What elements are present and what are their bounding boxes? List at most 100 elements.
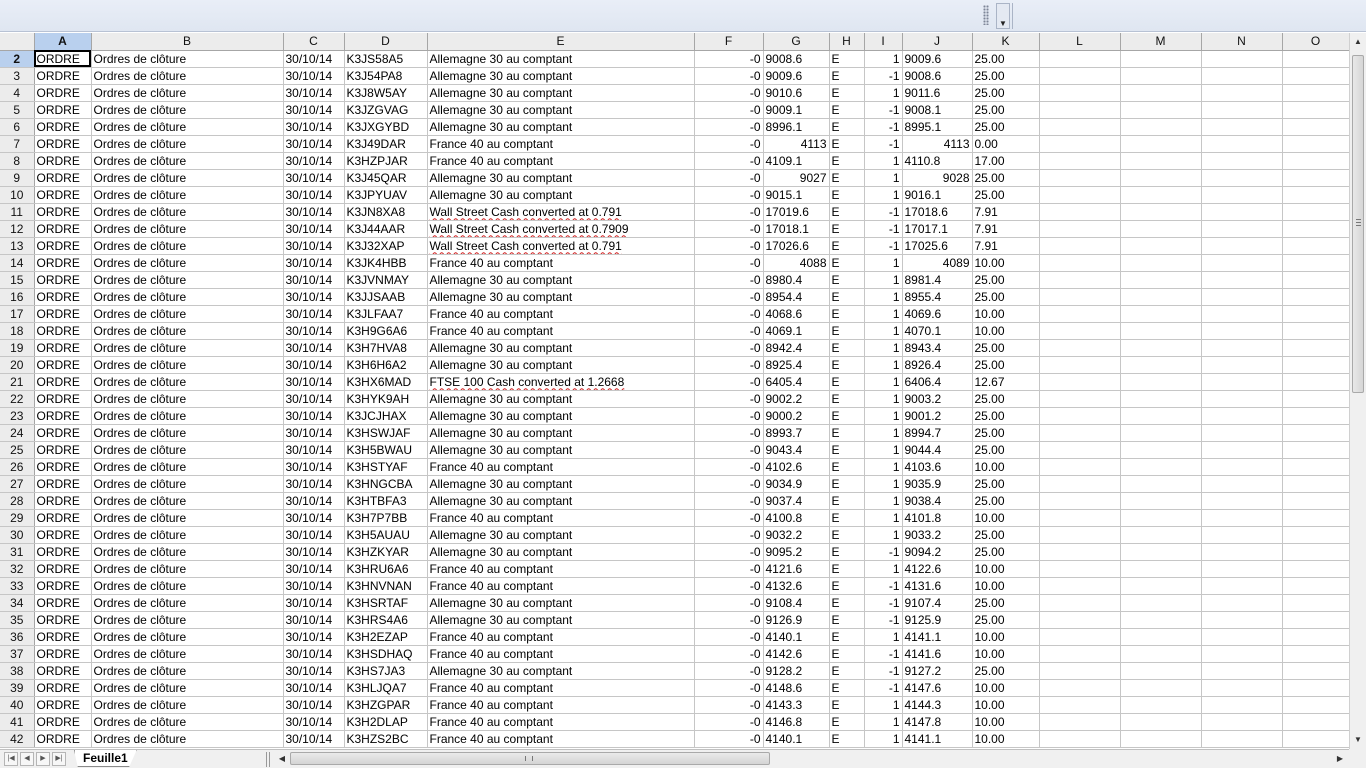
cell-j[interactable]: 9016.1 (902, 186, 973, 204)
cell-d[interactable]: K3JZGVAG (344, 101, 428, 119)
cell-f[interactable]: -0 (694, 679, 764, 697)
row-header[interactable]: 32 (0, 560, 35, 578)
cell-b[interactable]: Ordres de clôture (91, 152, 284, 170)
cell-m[interactable] (1120, 713, 1202, 731)
cell-i[interactable]: 1 (864, 475, 903, 493)
cell-l[interactable] (1039, 288, 1121, 306)
cell-c[interactable]: 30/10/14 (283, 322, 345, 340)
cell-c[interactable]: 30/10/14 (283, 475, 345, 493)
cell-a[interactable]: ORDRE (34, 577, 92, 595)
row-header[interactable]: 7 (0, 135, 35, 153)
cell-l[interactable] (1039, 509, 1121, 527)
cell-g[interactable]: 6405.4 (763, 373, 830, 391)
cell-b[interactable]: Ordres de clôture (91, 509, 284, 527)
cell-h[interactable]: E (829, 220, 865, 238)
cell-b[interactable]: Ordres de clôture (91, 645, 284, 663)
cell-k[interactable]: 10.00 (972, 458, 1040, 476)
cell-e[interactable]: Allemagne 30 au comptant (427, 339, 695, 357)
cell-j[interactable]: 9008.6 (902, 67, 973, 85)
cell-h[interactable]: E (829, 407, 865, 425)
cell-f[interactable]: -0 (694, 135, 764, 153)
cell-g[interactable]: 17026.6 (763, 237, 830, 255)
cell-l[interactable] (1039, 84, 1121, 102)
cell-c[interactable]: 30/10/14 (283, 169, 345, 187)
cell-d[interactable]: K3J45QAR (344, 169, 428, 187)
cell-m[interactable] (1120, 679, 1202, 697)
row-header[interactable]: 27 (0, 475, 35, 493)
cell-l[interactable] (1039, 373, 1121, 391)
cell-m[interactable] (1120, 730, 1202, 748)
cell-h[interactable]: E (829, 322, 865, 340)
cell-l[interactable] (1039, 220, 1121, 238)
column-header-k[interactable]: K (972, 33, 1040, 51)
cell-d[interactable]: K3HRS4A6 (344, 611, 428, 629)
cell-o[interactable] (1282, 543, 1349, 561)
cell-g[interactable]: 4069.1 (763, 322, 830, 340)
cell-h[interactable]: E (829, 645, 865, 663)
cell-e[interactable]: Allemagne 30 au comptant (427, 407, 695, 425)
cell-k[interactable]: 10.00 (972, 730, 1040, 748)
cell-f[interactable]: -0 (694, 84, 764, 102)
cell-g[interactable]: 9032.2 (763, 526, 830, 544)
cell-o[interactable] (1282, 169, 1349, 187)
cell-h[interactable]: E (829, 560, 865, 578)
cell-e[interactable]: Allemagne 30 au comptant (427, 356, 695, 374)
cell-a[interactable]: ORDRE (34, 135, 92, 153)
cell-m[interactable] (1120, 169, 1202, 187)
cell-k[interactable]: 10.00 (972, 645, 1040, 663)
cell-l[interactable] (1039, 271, 1121, 289)
cell-e[interactable]: Wall Street Cash converted at 0.791 (427, 203, 695, 221)
row-header[interactable]: 33 (0, 577, 35, 595)
row-header[interactable]: 26 (0, 458, 35, 476)
cell-n[interactable] (1201, 84, 1283, 102)
cell-b[interactable]: Ordres de clôture (91, 84, 284, 102)
cell-o[interactable] (1282, 305, 1349, 323)
cell-c[interactable]: 30/10/14 (283, 407, 345, 425)
cell-j[interactable]: 4113 (902, 135, 973, 153)
cell-i[interactable]: 1 (864, 628, 903, 646)
cell-g[interactable]: 9009.6 (763, 67, 830, 85)
cell-d[interactable]: K3J44AAR (344, 220, 428, 238)
cell-d[interactable]: K3H2EZAP (344, 628, 428, 646)
cell-g[interactable]: 9034.9 (763, 475, 830, 493)
cell-o[interactable] (1282, 84, 1349, 102)
cell-e[interactable]: Allemagne 30 au comptant (427, 492, 695, 510)
cell-i[interactable]: 1 (864, 271, 903, 289)
cell-c[interactable]: 30/10/14 (283, 288, 345, 306)
cell-b[interactable]: Ordres de clôture (91, 322, 284, 340)
cell-f[interactable]: -0 (694, 220, 764, 238)
cell-e[interactable]: France 40 au comptant (427, 560, 695, 578)
cell-l[interactable] (1039, 305, 1121, 323)
cell-f[interactable]: -0 (694, 526, 764, 544)
cell-e[interactable]: Allemagne 30 au comptant (427, 424, 695, 442)
cell-h[interactable]: E (829, 543, 865, 561)
cell-n[interactable] (1201, 492, 1283, 510)
cell-n[interactable] (1201, 730, 1283, 748)
cell-a[interactable]: ORDRE (34, 628, 92, 646)
column-header-o[interactable]: O (1282, 33, 1349, 51)
cell-e[interactable]: Allemagne 30 au comptant (427, 67, 695, 85)
cell-k[interactable]: 25.00 (972, 441, 1040, 459)
cell-c[interactable]: 30/10/14 (283, 220, 345, 238)
cell-d[interactable]: K3HSTYAF (344, 458, 428, 476)
cell-j[interactable]: 4144.3 (902, 696, 973, 714)
cell-o[interactable] (1282, 645, 1349, 663)
cell-g[interactable]: 4143.3 (763, 696, 830, 714)
cell-e[interactable]: France 40 au comptant (427, 509, 695, 527)
cell-a[interactable]: ORDRE (34, 645, 92, 663)
row-header[interactable]: 24 (0, 424, 35, 442)
cell-d[interactable]: K3JXGYBD (344, 118, 428, 136)
cell-m[interactable] (1120, 152, 1202, 170)
cell-o[interactable] (1282, 390, 1349, 408)
cell-g[interactable]: 9037.4 (763, 492, 830, 510)
cell-m[interactable] (1120, 458, 1202, 476)
cell-i[interactable]: 1 (864, 305, 903, 323)
cell-c[interactable]: 30/10/14 (283, 679, 345, 697)
cell-i[interactable]: -1 (864, 101, 903, 119)
cell-j[interactable]: 4103.6 (902, 458, 973, 476)
cell-m[interactable] (1120, 101, 1202, 119)
cell-i[interactable]: -1 (864, 543, 903, 561)
cell-m[interactable] (1120, 696, 1202, 714)
horizontal-scrollbar[interactable]: ◀ ▶ (274, 751, 1348, 767)
cell-m[interactable] (1120, 407, 1202, 425)
